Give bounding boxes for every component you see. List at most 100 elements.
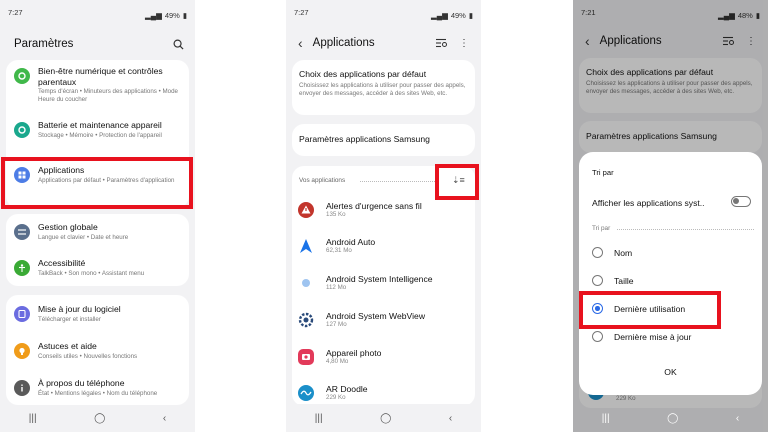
navigation-bar: ||| ◯ ‹ — [286, 404, 481, 432]
back-icon[interactable]: ‹ — [449, 413, 452, 424]
emergency-alert-icon — [298, 202, 314, 218]
item-title: Mise à jour du logiciel — [38, 304, 121, 314]
search-icon[interactable] — [171, 37, 185, 51]
item-title: Bien-être numérique et contrôles parenta… — [38, 66, 163, 87]
home-icon[interactable]: ◯ — [667, 413, 678, 424]
radio-last-updated[interactable] — [592, 331, 603, 342]
system-intelligence-icon — [298, 275, 314, 291]
status-time: 7:27 — [8, 8, 23, 17]
app-name: Android System WebView — [326, 311, 426, 321]
navigation-bar: ||| ◯ ‹ — [0, 404, 195, 432]
item-subtitle: Langue et clavier • Date et heure — [38, 233, 129, 241]
default-apps-card[interactable]: Choix des applications par défaut Choisi… — [292, 60, 475, 115]
navigation-bar: ||| ◯ ‹ — [573, 404, 768, 432]
your-apps-header: Vos applications — [299, 177, 346, 184]
camera-icon — [298, 349, 314, 365]
samsung-app-settings-label: Paramètres applications Samsung — [299, 134, 430, 144]
app-size: 112 Mo — [326, 284, 347, 291]
info-icon — [14, 380, 30, 396]
app-name: Alertes d'urgence sans fil — [326, 201, 422, 211]
home-icon[interactable]: ◯ — [380, 413, 391, 424]
section-divider — [617, 229, 754, 230]
page-title: Paramètres — [14, 38, 74, 50]
settings-item-digital-wellbeing[interactable]: Bien-être numérique et contrôles parenta… — [6, 66, 189, 104]
status-time: 7:27 — [294, 8, 309, 17]
ar-doodle-icon — [298, 385, 314, 401]
app-row[interactable]: Appareil photo 4,80 Mo — [292, 340, 475, 374]
radio-name[interactable] — [592, 247, 603, 258]
item-title: Batterie et maintenance appareil — [38, 120, 162, 130]
settings-item-tips[interactable]: Astuces et aide Conseils utiles • Nouvell… — [6, 341, 189, 361]
toggle-knob — [733, 198, 739, 204]
default-apps-title: Choix des applications par défaut — [299, 69, 427, 79]
show-system-apps-label: Afficher les applications syst.. — [592, 198, 705, 208]
app-size: 229 Ko — [326, 394, 346, 401]
back-arrow-icon[interactable]: ‹ — [298, 35, 303, 51]
app-row[interactable]: Alertes d'urgence sans fil 135 Ko — [292, 193, 475, 227]
sort-dialog: Tri par Afficher les applications syst..… — [579, 152, 762, 395]
status-bar: 7:27 ▂▄▆ 49% ▮ — [0, 0, 195, 22]
item-title: Gestion globale — [38, 222, 98, 232]
highlight-last-used-option — [579, 291, 721, 329]
signal-icon: ▂▄▆ — [430, 10, 448, 20]
app-size: 135 Ko — [326, 211, 346, 218]
settings-item-about-phone[interactable]: À propos du téléphone État • Mentions lég… — [6, 378, 189, 398]
back-icon[interactable]: ‹ — [163, 413, 166, 424]
signal-icon: ▂▄▆ — [144, 10, 162, 20]
software-update-icon — [14, 306, 30, 322]
battery-icon: ▮ — [468, 10, 473, 20]
filter-search-icon[interactable] — [435, 36, 449, 50]
more-options-icon[interactable]: ⋮ — [457, 36, 471, 50]
applications-sort-dialog-screen: 7:21 ▂▄▆ 48% ▮ ‹ Applications ⋮ Choix des … — [573, 0, 768, 432]
android-auto-icon — [298, 238, 314, 254]
section-divider — [360, 181, 435, 182]
app-size: 62,31 Mo — [326, 247, 352, 254]
recents-icon[interactable]: ||| — [602, 413, 610, 424]
sort-section-header: Tri par — [592, 225, 611, 232]
item-title: Astuces et aide — [38, 341, 97, 351]
item-subtitle: État • Mentions légales • Nom du télépho… — [38, 389, 158, 397]
recents-icon[interactable]: ||| — [315, 413, 323, 424]
app-size: 127 Mo — [326, 321, 347, 328]
webview-gear-icon — [298, 312, 314, 328]
settings-item-accessibility[interactable]: Accessibilité TalkBack • Son mono • Assis… — [6, 258, 189, 278]
option-last-updated-label: Dernière mise à jour — [614, 332, 692, 342]
item-title: À propos du téléphone — [38, 378, 125, 388]
item-subtitle: TalkBack • Son mono • Assistant menu — [38, 269, 145, 277]
accessibility-icon — [14, 260, 30, 276]
dialog-title: Tri par — [592, 168, 614, 177]
radio-size[interactable] — [592, 275, 603, 286]
recents-icon[interactable]: ||| — [29, 413, 37, 424]
app-name: Android Auto — [326, 237, 376, 247]
app-row[interactable]: Android Auto 62,31 Mo — [292, 229, 475, 263]
option-name-label: Nom — [614, 248, 633, 258]
show-system-apps-toggle[interactable] — [731, 196, 751, 207]
item-subtitle: Stockage • Mémoire • Protection de l'app… — [38, 131, 162, 139]
back-icon[interactable]: ‹ — [736, 413, 739, 424]
option-size-label: Taille — [614, 276, 634, 286]
highlight-applications — [1, 157, 193, 209]
app-name: Android System Intelligence — [326, 274, 433, 284]
battery-care-icon — [14, 122, 30, 138]
default-apps-subtitle: Choisissez les applications à utiliser p… — [299, 82, 466, 97]
item-subtitle: Télécharger et installer — [38, 315, 101, 323]
sliders-icon — [14, 224, 30, 240]
applications-screen: 7:27 ▂▄▆ 49% ▮ ‹ Applications ⋮ Choix des … — [286, 0, 481, 432]
lightbulb-icon — [14, 343, 30, 359]
wellbeing-icon — [14, 68, 30, 84]
app-size: 4,80 Mo — [326, 358, 349, 365]
item-subtitle: Conseils utiles • Nouvelles fonctions — [38, 352, 138, 360]
settings-item-battery[interactable]: Batterie et maintenance appareil Stockage… — [6, 120, 189, 140]
battery-icon: ▮ — [182, 10, 187, 20]
app-row[interactable]: Android System WebView 127 Mo — [292, 303, 475, 337]
ok-button[interactable]: OK — [579, 367, 762, 377]
home-icon[interactable]: ◯ — [94, 413, 105, 424]
settings-group-3: Mise à jour du logiciel Télécharger et in… — [6, 295, 189, 405]
app-name: AR Doodle — [326, 384, 368, 394]
settings-item-general-management[interactable]: Gestion globale Langue et clavier • Date … — [6, 222, 189, 242]
settings-group-2: Gestion globale Langue et clavier • Date … — [6, 214, 189, 286]
battery-level: 49% — [164, 10, 180, 20]
app-row[interactable]: Android System Intelligence 112 Mo — [292, 266, 475, 300]
settings-item-software-update[interactable]: Mise à jour du logiciel Télécharger et in… — [6, 304, 189, 324]
samsung-app-settings-card[interactable]: Paramètres applications Samsung — [292, 124, 475, 156]
